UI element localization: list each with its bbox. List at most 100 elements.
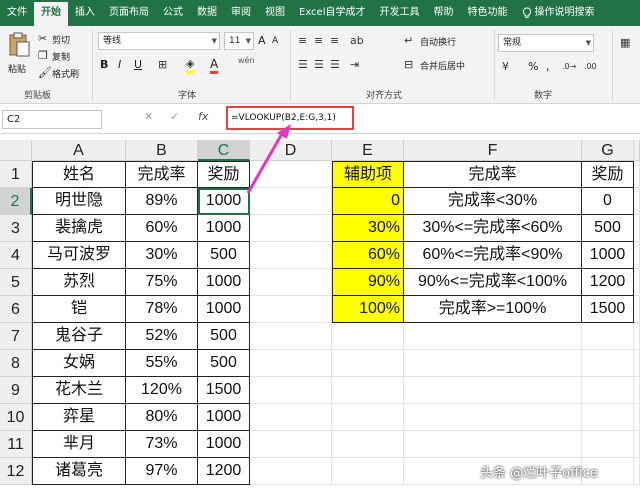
row-header-1[interactable]: 1 — [0, 161, 32, 188]
formula-input[interactable]: =VLOOKUP(B2,E:G,3,1) — [226, 106, 354, 130]
grid-cell[interactable] — [634, 269, 640, 296]
table-cell[interactable]: 500 — [582, 215, 634, 242]
table-cell[interactable]: 500 — [198, 323, 250, 350]
underline-button[interactable]: U — [134, 58, 142, 71]
right-table-header[interactable]: 奖励 — [582, 161, 634, 188]
grid-cell[interactable] — [250, 404, 332, 431]
wrap-text-button[interactable]: ↵ 自动换行 — [404, 34, 484, 48]
tab-home[interactable]: 开始 — [34, 2, 68, 26]
tab-insert[interactable]: 插入 — [68, 0, 102, 26]
helper-threshold-cell[interactable]: 100% — [332, 296, 404, 323]
grid-cell[interactable] — [250, 458, 332, 485]
table-cell[interactable]: 1500 — [198, 377, 250, 404]
column-header-e[interactable]: E — [332, 140, 404, 161]
table-cell[interactable]: 120% — [126, 377, 198, 404]
align-left-icon[interactable]: ☰ — [298, 58, 308, 72]
table-cell[interactable]: 1000 — [198, 404, 250, 431]
grid-cell[interactable] — [404, 323, 582, 350]
helper-threshold-cell[interactable]: 90% — [332, 269, 404, 296]
column-header-g[interactable]: G — [582, 140, 634, 161]
borders-icon[interactable]: ⊞ — [158, 58, 167, 72]
row-header-11[interactable]: 11 — [0, 431, 32, 458]
grid-cell[interactable] — [582, 404, 634, 431]
table-cell[interactable]: 苏烈 — [32, 269, 126, 296]
increase-decimal-icon[interactable]: .0→ — [562, 60, 576, 74]
grid-cell[interactable] — [250, 215, 332, 242]
currency-icon[interactable]: ¥ — [502, 60, 509, 74]
column-header-c[interactable]: C — [198, 140, 250, 161]
grid-cell[interactable] — [250, 350, 332, 377]
grid-cell[interactable] — [332, 350, 404, 377]
grid-cell[interactable] — [582, 377, 634, 404]
table-cell[interactable]: 1000 — [198, 215, 250, 242]
grid-cell[interactable] — [634, 296, 640, 323]
grid-cell[interactable] — [250, 242, 332, 269]
format-painter-button[interactable]: 🖌 格式刷 — [38, 66, 88, 80]
grid-cell[interactable] — [634, 323, 640, 350]
table-cell[interactable]: 花木兰 — [32, 377, 126, 404]
row-header-2[interactable]: 2 — [0, 188, 32, 215]
fill-color-icon[interactable]: ◈ — [186, 57, 195, 74]
right-table-header[interactable]: 完成率 — [404, 161, 582, 188]
column-header-f[interactable]: F — [404, 140, 582, 161]
grid-cell[interactable] — [404, 431, 582, 458]
grid-cell[interactable] — [634, 404, 640, 431]
table-cell[interactable]: 97% — [126, 458, 198, 485]
shrink-font-button[interactable]: A — [272, 36, 278, 46]
grid-cell[interactable] — [332, 458, 404, 485]
align-top-icon[interactable]: ≡ — [298, 34, 307, 48]
tab-special-features[interactable]: 特色功能 — [461, 0, 515, 26]
grid-cell[interactable] — [332, 404, 404, 431]
grid-cell[interactable] — [634, 350, 640, 377]
fx-icon[interactable]: fx — [198, 110, 208, 123]
conditional-format-icon[interactable]: ▦ — [620, 36, 630, 50]
table-cell[interactable]: 30%<=完成率<60% — [404, 215, 582, 242]
cancel-icon[interactable]: ✕ — [144, 110, 153, 123]
row-header-9[interactable]: 9 — [0, 377, 32, 404]
table-cell[interactable]: 完成率<30% — [404, 188, 582, 215]
orientation-icon[interactable]: ab — [350, 34, 364, 48]
name-box[interactable]: C2 — [2, 110, 102, 129]
table-cell[interactable]: 女娲 — [32, 350, 126, 377]
row-header-6[interactable]: 6 — [0, 296, 32, 323]
row-header-5[interactable]: 5 — [0, 269, 32, 296]
comma-button[interactable]: , — [546, 60, 550, 73]
select-all-corner[interactable] — [0, 140, 32, 161]
grid-cell[interactable] — [332, 431, 404, 458]
grid-cell[interactable] — [634, 458, 640, 485]
table-cell[interactable]: 裴擒虎 — [32, 215, 126, 242]
tab-help[interactable]: 帮助 — [427, 0, 461, 26]
percent-button[interactable]: % — [528, 60, 538, 73]
table-cell[interactable]: 马可波罗 — [32, 242, 126, 269]
grid-cell[interactable] — [250, 431, 332, 458]
italic-button[interactable]: I — [118, 58, 121, 71]
table-cell[interactable]: 60%<=完成率<90% — [404, 242, 582, 269]
helper-threshold-cell[interactable]: 30% — [332, 215, 404, 242]
row-header-3[interactable]: 3 — [0, 215, 32, 242]
copy-button[interactable]: ❐ 复制 — [38, 49, 78, 63]
align-center-icon[interactable]: ☰ — [314, 58, 324, 72]
decrease-decimal-icon[interactable]: .00 — [584, 60, 597, 74]
table-cell[interactable]: 诸葛亮 — [32, 458, 126, 485]
column-header-a[interactable]: A — [32, 140, 126, 161]
helper-threshold-cell[interactable]: 60% — [332, 242, 404, 269]
tab-review[interactable]: 审阅 — [224, 0, 258, 26]
table-cell[interactable]: 78% — [126, 296, 198, 323]
tab-excel-self-study[interactable]: Excel自学成才 — [292, 0, 373, 26]
table-cell[interactable]: 55% — [126, 350, 198, 377]
column-header-d[interactable]: D — [250, 140, 332, 161]
grid-cell[interactable] — [250, 377, 332, 404]
indent-icon[interactable]: ⇥ — [350, 58, 359, 72]
row-header-8[interactable]: 8 — [0, 350, 32, 377]
bold-button[interactable]: B — [100, 58, 108, 71]
tab-formulas[interactable]: 公式 — [156, 0, 190, 26]
selected-cell-c2[interactable]: 1000 — [198, 188, 250, 215]
grid-cell[interactable] — [250, 161, 332, 188]
grid-cell[interactable] — [634, 215, 640, 242]
table-cell[interactable]: 500 — [198, 350, 250, 377]
table-cell[interactable]: 芈月 — [32, 431, 126, 458]
table-cell[interactable]: 弈星 — [32, 404, 126, 431]
table-cell[interactable]: 60% — [126, 215, 198, 242]
tab-page-layout[interactable]: 页面布局 — [102, 0, 156, 26]
left-table-header[interactable]: 姓名 — [32, 161, 126, 188]
